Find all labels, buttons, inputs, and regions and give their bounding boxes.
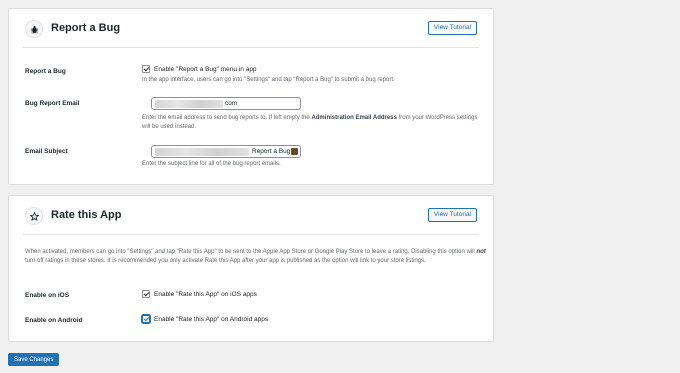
view-tutorial-button[interactable]: View Tutorial — [427, 21, 477, 35]
email-subject-description: Enter the subject line for all of the bu… — [142, 161, 281, 167]
bug-report-email-input[interactable]: com — [151, 97, 301, 110]
subject-value-suffix: Report a Bug — [252, 148, 291, 155]
enable-ios-checkbox[interactable] — [142, 290, 150, 298]
email-value-suffix: com — [225, 100, 238, 107]
star-icon — [25, 207, 43, 225]
report-bug-panel: Report a Bug View Tutorial Report a Bug … — [8, 8, 494, 185]
bug-report-email-label: Bug Report Email — [25, 100, 80, 107]
bug-report-email-description: Enter the email address to send bug repo… — [142, 115, 478, 130]
report-bug-description: In the app interface, users can go into … — [142, 77, 395, 83]
rate-app-title: Rate this App — [51, 209, 122, 221]
enable-ios-checkbox-label: Enable "Rate this App" on iOS apps — [154, 291, 257, 298]
enable-android-checkbox-label: Enable "Rate this App" on Android apps — [154, 316, 269, 323]
panel-divider — [23, 234, 479, 235]
redacted-text — [155, 100, 223, 108]
enable-android-label: Enable on Android — [25, 317, 83, 324]
redacted-text — [155, 148, 249, 156]
enable-ios-label: Enable on iOS — [25, 292, 70, 299]
email-subject-label: Email Subject — [25, 148, 68, 155]
email-subject-input[interactable]: Report a Bug — [151, 145, 301, 158]
report-bug-title: Report a Bug — [51, 22, 121, 34]
report-bug-label: Report a Bug — [25, 68, 66, 75]
enable-report-bug-label: Enable "Report a Bug" menu in app — [154, 66, 257, 73]
rate-app-panel: Rate this App View Tutorial When activat… — [8, 195, 494, 342]
view-tutorial-button[interactable]: View Tutorial — [427, 208, 477, 222]
rate-app-intro: When activated, members can go into "Set… — [25, 249, 486, 264]
enable-android-checkbox[interactable] — [142, 315, 150, 323]
bug-icon — [25, 20, 43, 38]
save-changes-button[interactable]: Save Changes — [8, 353, 60, 366]
enable-report-bug-checkbox[interactable] — [142, 65, 150, 73]
input-extension-icon — [291, 148, 298, 155]
panel-divider — [23, 47, 479, 48]
